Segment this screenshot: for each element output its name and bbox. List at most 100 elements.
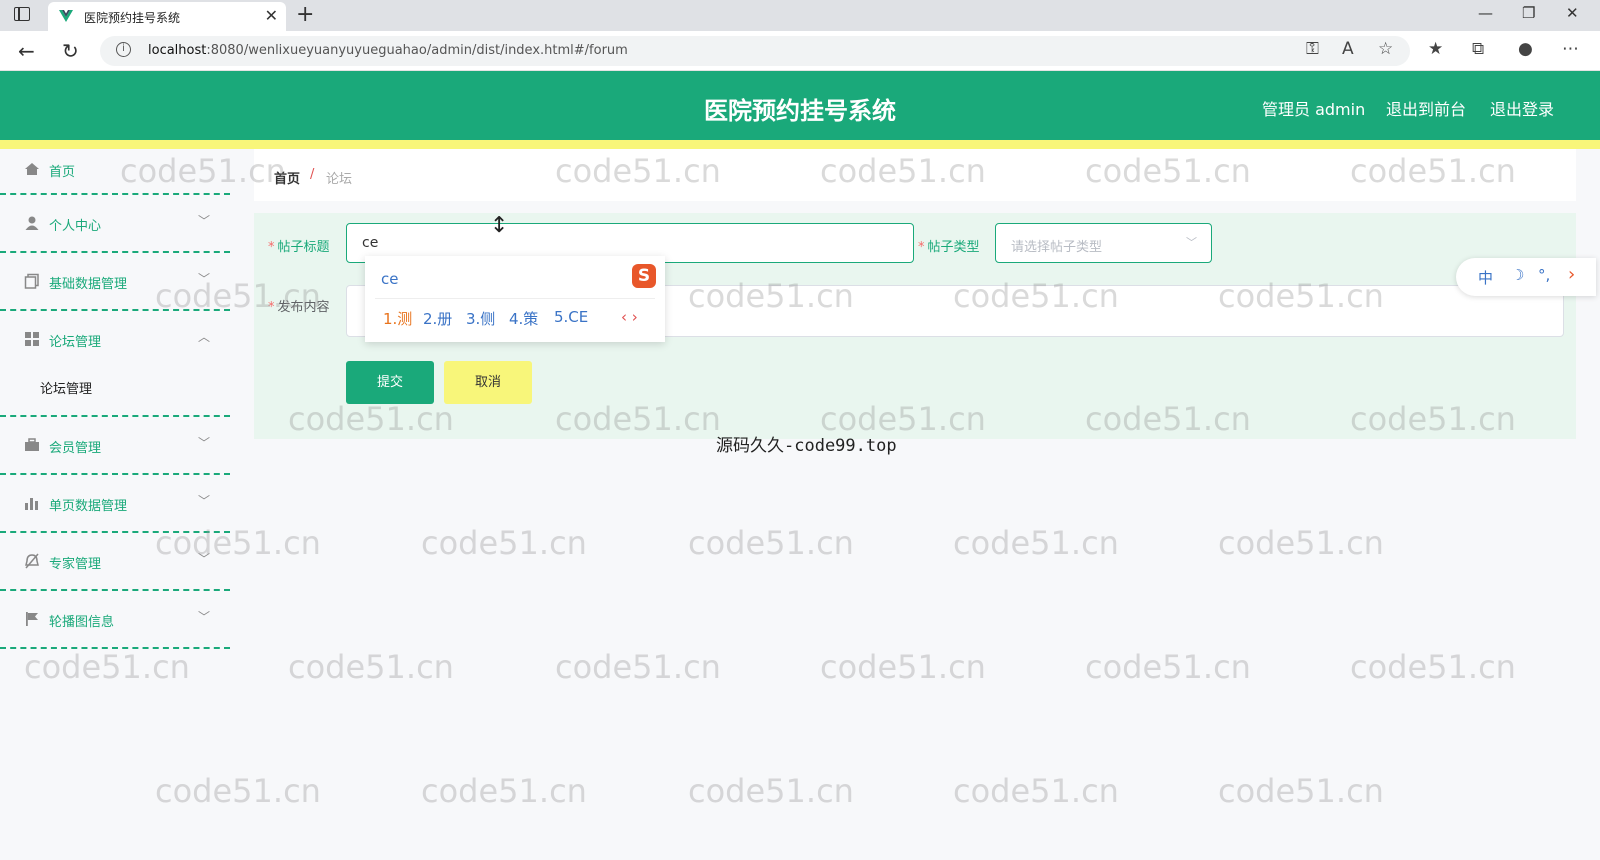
ime-candidate-window: ce S 1.测 2.册 3.侧 4.策 5.CE ‹ › xyxy=(365,256,665,342)
sidebar-item-carousel[interactable]: 轮播图信息 ﹀ xyxy=(0,591,230,649)
sidebar-item-basic-data[interactable]: 基础数据管理 ﹀ xyxy=(0,253,230,311)
chevron-down-icon: ﹀ xyxy=(198,214,211,228)
address-bar-row: ← ↻ i localhost:8080/wenlixueyuanyuyuegu… xyxy=(0,31,1600,71)
ime-divider xyxy=(375,298,655,299)
sogou-logo-icon: S xyxy=(632,264,656,288)
cancel-button[interactable]: 取消 xyxy=(444,361,532,404)
submit-button[interactable]: 提交 xyxy=(346,361,434,404)
chevron-down-icon: ﹀ xyxy=(198,610,211,624)
watermark: code51.cn xyxy=(288,648,454,686)
title-input-value: ce xyxy=(362,235,379,251)
content-label: * 发布内容 xyxy=(268,300,330,315)
refresh-icon[interactable]: ↻ xyxy=(62,39,79,63)
key-icon[interactable]: ⚿ xyxy=(1306,39,1319,59)
logout-link[interactable]: 退出登录 xyxy=(1490,96,1554,120)
punctuation-icon[interactable]: °, xyxy=(1538,266,1550,284)
chevron-down-icon: ﹀ xyxy=(198,494,211,508)
sidebar-item-label: 基础数据管理 xyxy=(49,277,128,292)
sidebar-item-experts[interactable]: 专家管理 ﹀ xyxy=(0,533,230,591)
browser-tab[interactable]: 医院预约挂号系统 ✕ xyxy=(48,2,286,31)
browser-tab-bar: 医院预约挂号系统 ✕ + — ❐ ✕ xyxy=(0,0,1600,31)
site-info-icon[interactable]: i xyxy=(116,42,131,57)
sidebar-subitem-forum[interactable]: 论坛管理 xyxy=(40,378,92,397)
resize-cursor-icon: ↕ xyxy=(490,213,509,238)
restore-icon[interactable]: ❐ xyxy=(1522,4,1535,22)
admin-label: 管理员 admin xyxy=(1262,100,1366,119)
more-icon[interactable]: ⋯ xyxy=(1562,39,1579,59)
briefcase-icon xyxy=(25,438,39,451)
ime-status-bar: 中 ☽ °, › xyxy=(1456,258,1596,296)
chevron-down-icon: ﹀ xyxy=(198,436,211,450)
chevron-up-icon: ︿ xyxy=(198,330,211,344)
watermark: code51.cn xyxy=(953,772,1119,810)
watermark: code51.cn xyxy=(1350,648,1516,686)
copy-icon xyxy=(24,273,39,289)
exit-to-front-link[interactable]: 退出到前台 xyxy=(1386,96,1466,120)
breadcrumb-home[interactable]: 首页 xyxy=(274,168,300,187)
ime-language-toggle[interactable]: 中 xyxy=(1478,267,1493,288)
header-accent-strip xyxy=(0,140,1600,149)
favorites-icon[interactable]: ★ xyxy=(1428,39,1443,59)
home-icon xyxy=(25,163,39,175)
sidebar-item-label: 轮播图信息 xyxy=(49,615,115,630)
watermark: code51.cn xyxy=(421,524,587,562)
url-text: localhost:8080/wenlixueyuanyuyueguahao/a… xyxy=(148,43,628,58)
add-favorite-icon[interactable]: ☆ xyxy=(1378,39,1393,59)
ime-candidate[interactable]: 4.策 xyxy=(509,308,538,329)
sidebar-item-home[interactable]: 首页 xyxy=(0,149,230,195)
back-icon[interactable]: ← xyxy=(18,39,35,63)
breadcrumb-separator: / xyxy=(310,167,315,182)
chevron-right-icon[interactable]: › xyxy=(1568,264,1575,285)
user-icon xyxy=(25,216,39,230)
chevron-down-icon: ﹀ xyxy=(1186,236,1197,249)
ime-candidate[interactable]: 1.测 xyxy=(383,308,412,329)
ime-candidate[interactable]: 3.侧 xyxy=(466,308,495,329)
chevron-down-icon: ﹀ xyxy=(198,552,211,566)
sidebar-item-members[interactable]: 会员管理 ﹀ xyxy=(0,417,230,475)
profile-icon[interactable]: ● xyxy=(1518,39,1533,59)
vue-logo-icon xyxy=(59,10,73,22)
watermark: code51.cn xyxy=(953,524,1119,562)
title-label: * 帖子标题 xyxy=(268,240,330,255)
chevron-down-icon: ﹀ xyxy=(198,272,211,286)
type-label: * 帖子类型 xyxy=(918,240,980,255)
sidebar-item-label: 会员管理 xyxy=(49,441,102,456)
sidebar-item-label: 单页数据管理 xyxy=(49,499,128,514)
type-select-placeholder: 请选择帖子类型 xyxy=(1011,240,1103,255)
ime-candidate[interactable]: 2.册 xyxy=(423,308,452,329)
watermark: code51.cn xyxy=(1218,524,1384,562)
bar-chart-icon xyxy=(25,498,38,510)
sidebar: 首页 个人中心 ﹀ 基础数据管理 ﹀ 论坛管理 ︿ 论坛管理 会员管理 ﹀ 单页… xyxy=(0,149,230,860)
breadcrumb-current: 论坛 xyxy=(326,172,353,187)
window-close-icon[interactable]: ✕ xyxy=(1566,4,1579,22)
app-header: 医院预约挂号系统 管理员 admin 退出到前台 退出登录 xyxy=(0,71,1600,140)
type-select[interactable]: 请选择帖子类型 ﹀ xyxy=(995,223,1212,263)
center-caption: 源码久久-code99.top xyxy=(716,436,897,456)
breadcrumb: 首页 / 论坛 xyxy=(254,149,1576,201)
ime-composition: ce xyxy=(381,270,399,288)
sidebar-item-forum[interactable]: 论坛管理 ︿ 论坛管理 xyxy=(0,311,230,417)
watermark: code51.cn xyxy=(1218,772,1384,810)
watermark: code51.cn xyxy=(421,772,587,810)
flag-icon xyxy=(26,612,38,626)
read-aloud-icon[interactable]: A xyxy=(1342,39,1354,59)
watermark: code51.cn xyxy=(820,648,986,686)
ime-candidate[interactable]: 5.CE xyxy=(554,308,588,326)
ime-page-arrows-icon[interactable]: ‹ › xyxy=(621,308,638,326)
sidebar-item-personal-center[interactable]: 个人中心 ﹀ xyxy=(0,195,230,253)
new-tab-icon[interactable]: + xyxy=(296,2,314,27)
collections-icon[interactable]: ⧉ xyxy=(1472,39,1484,59)
close-tab-icon[interactable]: ✕ xyxy=(265,6,278,25)
sidebar-item-label: 个人中心 xyxy=(49,219,102,234)
sidebar-item-single-page[interactable]: 单页数据管理 ﹀ xyxy=(0,475,230,533)
url-field[interactable]: i localhost:8080/wenlixueyuanyuyueguahao… xyxy=(100,36,1410,66)
watermark: code51.cn xyxy=(688,772,854,810)
minimize-icon[interactable]: — xyxy=(1478,4,1493,22)
bell-off-icon xyxy=(25,553,39,569)
watermark: code51.cn xyxy=(688,524,854,562)
moon-icon[interactable]: ☽ xyxy=(1511,266,1524,284)
watermark: code51.cn xyxy=(1085,648,1251,686)
watermark: code51.cn xyxy=(555,648,721,686)
sidebar-toggle-icon[interactable] xyxy=(14,7,30,21)
sidebar-item-label: 首页 xyxy=(49,165,76,180)
